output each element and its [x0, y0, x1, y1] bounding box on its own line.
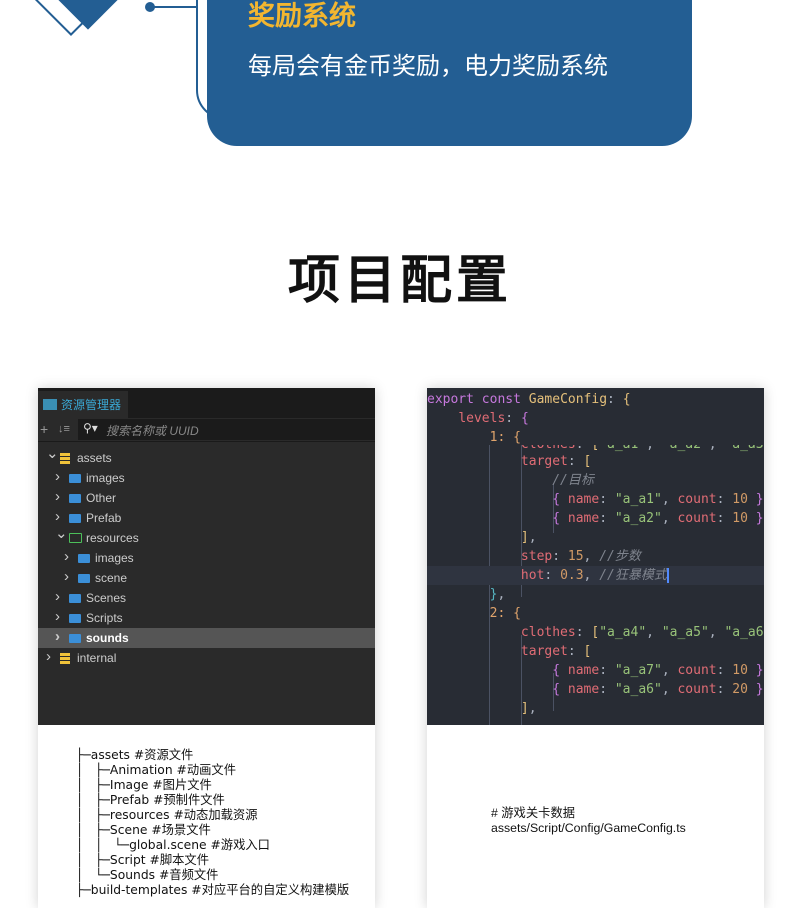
tree-item[interactable]: › Other: [38, 488, 375, 508]
code-line: ],: [520, 530, 537, 545]
add-icon[interactable]: +: [40, 421, 48, 437]
text-cursor: [666, 568, 669, 583]
tree-item-label: Scenes: [86, 591, 127, 605]
code-line: { name: "a_a1", count: 10 }: [552, 492, 764, 507]
feature-title: 奖励系统: [248, 1, 356, 31]
config-caption: # 游戏关卡数据 assets/Script/Config/GameConfig…: [491, 806, 686, 836]
code-line: { name: "a_a7", count: 10 }: [552, 663, 764, 678]
code-line: export const GameConfig: {: [427, 392, 631, 407]
tree-item-label: scene: [95, 571, 128, 585]
folder-icon: [69, 474, 81, 483]
chevron-right-icon[interactable]: ›: [55, 467, 60, 487]
tree-item-label: sounds: [86, 631, 129, 645]
asset-manager-card: 资源管理器 + ↓≡ ⚲▾ 搜索名称或 UUID ⌄ assets › images ›…: [38, 388, 375, 908]
tab-bar: 资源管理器: [38, 388, 375, 418]
tree-item[interactable]: ⌄ resources: [38, 525, 375, 548]
tab-asset-manager[interactable]: 资源管理器: [38, 391, 128, 418]
connector-line: [150, 6, 197, 8]
code-line: target: [: [520, 644, 592, 659]
number-badge: 05: [29, 0, 128, 45]
tree-item[interactable]: › internal: [38, 648, 375, 668]
folder-icon: [69, 594, 81, 603]
code-line-level-key: 2: {: [427, 606, 521, 621]
config-comment: # 游戏关卡数据: [491, 806, 576, 820]
sort-icon[interactable]: ↓≡: [58, 423, 70, 435]
tree-item[interactable]: › images: [38, 548, 375, 568]
tree-item-label: resources: [86, 531, 139, 545]
chevron-right-icon[interactable]: ›: [64, 547, 69, 567]
chevron-right-icon[interactable]: ›: [55, 587, 60, 607]
code-card: export const GameConfig: { levels: { 1: …: [427, 388, 764, 908]
database-icon: [60, 653, 70, 664]
feature-description: 每局会有金币奖励，电力奖励系统: [248, 53, 608, 80]
code-line: //目标: [552, 473, 594, 488]
tree-item-label: Prefab: [86, 511, 122, 525]
tree-item[interactable]: ⌄ assets: [38, 445, 375, 468]
tree-item-label: images: [86, 471, 125, 485]
folder-icon: [78, 554, 90, 563]
config-path: assets/Script/Config/GameConfig.ts: [491, 821, 686, 835]
search-placeholder: 搜索名称或 UUID: [106, 424, 199, 438]
code-line: levels: {: [458, 411, 529, 426]
code-line: ],: [520, 701, 537, 716]
asset-manager-panel: 资源管理器 + ↓≡ ⚲▾ 搜索名称或 UUID ⌄ assets › images ›…: [38, 388, 375, 725]
folder-icon: [69, 614, 81, 623]
folder-icon: [69, 494, 81, 503]
chevron-right-icon[interactable]: ›: [64, 567, 69, 587]
tree-item[interactable]: › scene: [38, 568, 375, 588]
tree-item-label: assets: [77, 451, 112, 465]
tab-label: 资源管理器: [61, 398, 122, 412]
code-editor[interactable]: export const GameConfig: { levels: { 1: …: [427, 388, 764, 725]
code-line: hot: 0.3, //狂暴模式: [427, 566, 764, 585]
chevron-right-icon[interactable]: ›: [55, 487, 60, 507]
tree-item[interactable]: › Prefab: [38, 508, 375, 528]
asset-tree: ⌄ assets › images › Other › Prefab ⌄ resources › im…: [38, 445, 375, 668]
chevron-down-icon[interactable]: ⌄: [46, 444, 59, 464]
code-line: { name: "a_a6", count: 20 }: [552, 682, 764, 697]
search-icon: ⚲▾: [83, 421, 98, 435]
folder-icon: [69, 533, 82, 543]
folder-icon: [43, 399, 57, 410]
database-icon: [60, 453, 70, 464]
code-line: step: 15, //步数: [520, 549, 641, 564]
tree-item-label: internal: [77, 651, 117, 665]
tree-item[interactable]: › Scenes: [38, 588, 375, 608]
code-line: { name: "a_a2", count: 10 }: [552, 511, 764, 526]
tree-item-label: Scripts: [86, 611, 123, 625]
tree-item[interactable]: › Scripts: [38, 608, 375, 628]
tree-item-label: Other: [86, 491, 117, 505]
code-line: target: [: [520, 454, 592, 469]
chevron-right-icon[interactable]: ›: [55, 607, 60, 627]
tree-item-label: images: [95, 551, 134, 565]
chevron-right-icon[interactable]: ›: [55, 627, 60, 647]
tree-item[interactable]: › sounds: [38, 628, 375, 648]
tree-item[interactable]: › images: [38, 468, 375, 488]
directory-tree-text: ├─assets #资源文件 │ ├─Animation #动画文件 │ ├─I…: [76, 748, 350, 897]
toolbar: + ↓≡ ⚲▾ 搜索名称或 UUID: [38, 418, 375, 442]
folder-icon: [69, 514, 81, 523]
code-line: clothes: ["a_a4", "a_a5", "a_a6": [520, 625, 764, 640]
code-line: },: [489, 587, 506, 602]
folder-icon: [69, 634, 81, 643]
section-title: 项目配置: [287, 252, 512, 310]
chevron-right-icon[interactable]: ›: [46, 647, 51, 667]
folder-icon: [78, 574, 90, 583]
search-input[interactable]: ⚲▾ 搜索名称或 UUID: [78, 419, 375, 440]
chevron-down-icon[interactable]: ⌄: [55, 524, 68, 544]
